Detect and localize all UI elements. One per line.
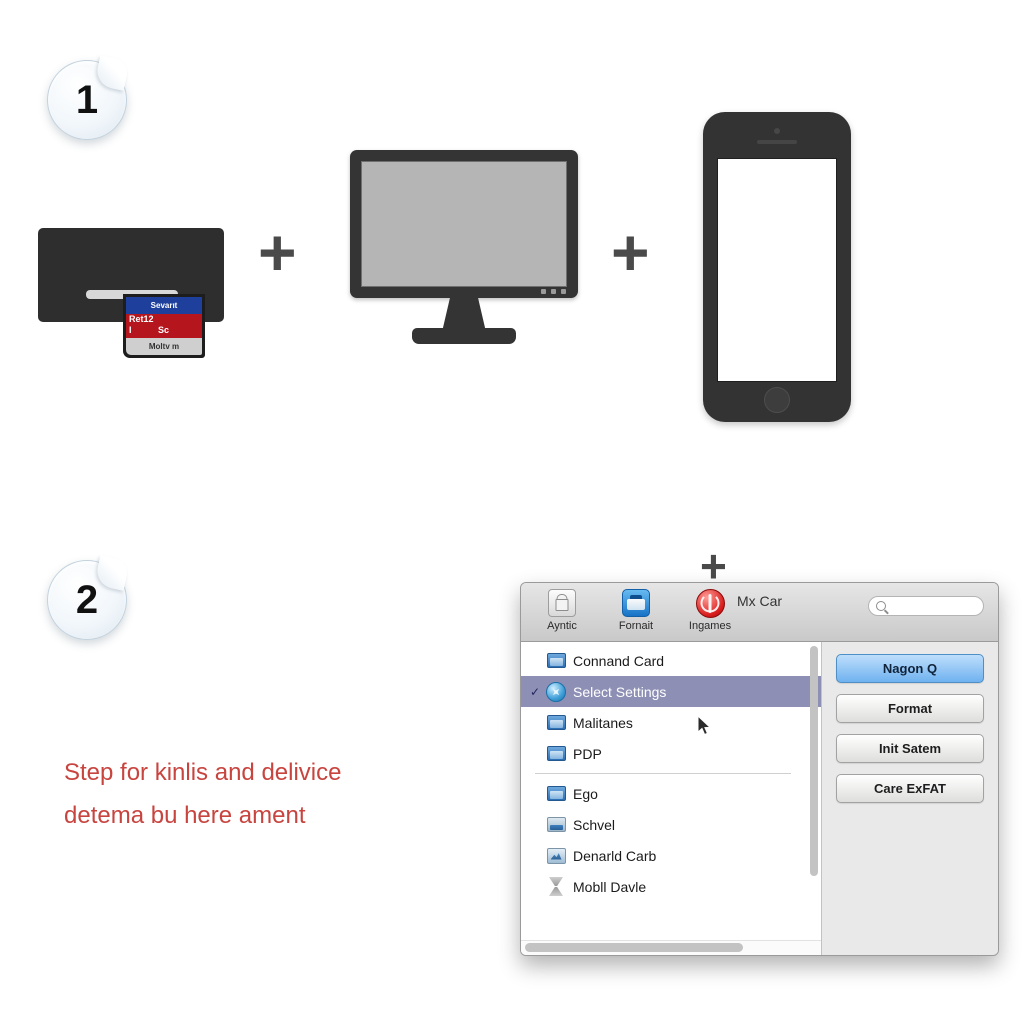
caption-line-1: Step for kinlis and delivice xyxy=(64,759,342,786)
toolbar-button-fornait[interactable]: Fornait xyxy=(609,588,663,632)
toolbar-button-ingames-label: Ingames xyxy=(688,620,732,632)
computer-monitor xyxy=(350,150,578,350)
step-badge-2: 2 xyxy=(47,555,130,640)
sd-card-class-text: I xyxy=(129,325,132,336)
action-button-panel: Nagon Q Format Init Satem Care ExFAT xyxy=(822,642,998,955)
step-badge-1-number: 1 xyxy=(75,78,99,122)
badge-fold-decoration xyxy=(94,55,130,91)
window-toolbar: Ayntic Fornait Ingames Mx Car xyxy=(521,583,998,642)
eject-icon xyxy=(695,588,725,618)
sd-card: Sevarıt Ret12 I Sc Moltv m xyxy=(123,294,205,358)
search-field[interactable] xyxy=(868,596,984,616)
sd-card-type-text: Sc xyxy=(158,325,170,336)
network-disk-icon xyxy=(543,847,569,864)
list-item[interactable]: Connand Card xyxy=(521,645,821,676)
window-body: Connand Card ✓ Select Settings Malitanes… xyxy=(521,642,998,955)
list-item-label: PDP xyxy=(573,745,602,762)
volume-list: Connand Card ✓ Select Settings Malitanes… xyxy=(521,642,821,940)
sd-card-model-text: Ret12 xyxy=(129,314,154,325)
vertical-scrollbar[interactable] xyxy=(810,646,818,935)
list-item[interactable]: Mobll Davle xyxy=(521,871,821,902)
plus-icon: + xyxy=(258,215,297,289)
toolbar-button-ayntic[interactable]: Ayntic xyxy=(535,588,589,632)
monitor-stand-neck xyxy=(442,298,486,332)
folder-icon xyxy=(543,715,569,730)
list-separator xyxy=(535,773,791,774)
lock-icon xyxy=(547,588,577,618)
monitor-stand-base xyxy=(412,328,516,344)
sd-card-brand-line: Sevarıt xyxy=(126,297,202,315)
folder-icon xyxy=(543,653,569,668)
list-item[interactable]: Denarld Carb xyxy=(521,840,821,871)
list-item[interactable]: Ego xyxy=(521,778,821,809)
folder-icon xyxy=(543,786,569,801)
phone-screen xyxy=(717,158,837,382)
init-satem-button[interactable]: Init Satem xyxy=(836,734,984,763)
folder-icon xyxy=(543,746,569,761)
checkmark-icon: ✓ xyxy=(529,684,541,699)
list-item[interactable]: Malitanes xyxy=(521,707,821,738)
monitor-screen xyxy=(361,161,567,287)
format-button[interactable]: Format xyxy=(836,694,984,723)
toolbar-button-ingames[interactable]: Ingames xyxy=(683,588,737,632)
monitor-frame xyxy=(350,150,578,298)
phone-speaker-icon xyxy=(757,140,797,144)
phone-camera-icon xyxy=(774,128,780,134)
disk-gray-icon xyxy=(543,817,569,832)
hourglass-icon xyxy=(543,877,569,896)
list-item[interactable]: PDP xyxy=(521,738,821,769)
gear-icon xyxy=(543,681,569,702)
care-exfat-button[interactable]: Care ExFAT xyxy=(836,774,984,803)
plus-icon: + xyxy=(611,215,650,289)
vertical-scrollbar-thumb[interactable] xyxy=(810,646,818,876)
list-item-label: Connand Card xyxy=(573,652,665,669)
sd-card-reader: Sevarıt Ret12 I Sc Moltv m xyxy=(38,228,224,358)
volume-list-panel: Connand Card ✓ Select Settings Malitanes… xyxy=(521,642,822,955)
phone-home-button[interactable] xyxy=(764,387,790,413)
sd-card-footer-text: Moltv m xyxy=(126,337,202,355)
step-badge-1: 1 xyxy=(47,55,130,140)
list-item-label: Malitanes xyxy=(573,714,633,731)
toolbar-button-group: Ayntic Fornait Ingames xyxy=(535,588,737,632)
badge-fold-decoration xyxy=(94,555,130,591)
list-item-label: Denarld Carb xyxy=(573,847,657,864)
search-icon xyxy=(876,601,886,611)
toolbar-button-fornait-label: Fornait xyxy=(618,620,654,632)
horizontal-scrollbar-thumb[interactable] xyxy=(525,943,743,952)
monitor-indicator-leds xyxy=(541,289,566,294)
instruction-caption: Step for kinlis and delivice detema bu h… xyxy=(64,752,424,837)
list-item-label: Mobll Davle xyxy=(573,878,647,895)
toolbar-button-ayntic-label: Ayntic xyxy=(547,620,577,632)
disk-utility-window: Ayntic Fornait Ingames Mx Car Connand Ca… xyxy=(520,582,999,956)
horizontal-scrollbar[interactable] xyxy=(521,940,821,955)
smartphone xyxy=(703,112,851,422)
list-item[interactable]: ✓ Select Settings xyxy=(521,676,821,707)
step-badge-2-number: 2 xyxy=(75,578,99,622)
list-item-label: Schvel xyxy=(573,816,616,833)
list-item[interactable]: Schvel xyxy=(521,809,821,840)
search-input[interactable] xyxy=(890,599,982,613)
list-item-label: Select Settings xyxy=(573,683,667,700)
caption-line-2: detema bu here ament xyxy=(64,801,306,829)
nagon-q-button[interactable]: Nagon Q xyxy=(836,654,984,683)
sd-card-capacity-block: Ret12 I Sc xyxy=(126,314,202,338)
list-item-label: Ego xyxy=(573,785,598,802)
disk-icon xyxy=(621,588,651,618)
